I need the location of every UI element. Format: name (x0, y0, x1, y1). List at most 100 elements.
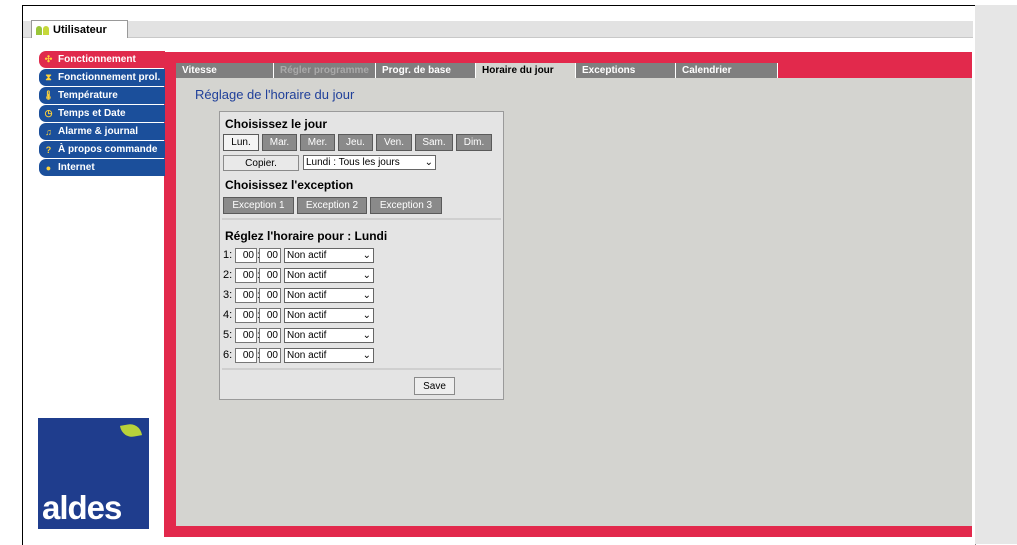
row-label: 4: (223, 309, 233, 321)
chevron-down-icon: ⌄ (362, 349, 371, 361)
leaf-icon (120, 422, 142, 439)
right-gutter (975, 5, 1017, 544)
mode-value: Non actif (287, 349, 327, 361)
sidebar-item-label: Température (58, 90, 118, 101)
sidebar-item-label: Internet (58, 162, 95, 173)
day-button-ven[interactable]: Ven. (376, 134, 412, 151)
chevron-down-icon: ⌄ (362, 309, 371, 321)
minute-field[interactable]: 00 (259, 247, 281, 263)
divider (222, 368, 501, 370)
mode-select[interactable]: Non actif ⌄ (284, 327, 374, 343)
sidebar-item-label: Fonctionnement prol. (58, 72, 161, 83)
hour-field[interactable]: 00 (235, 247, 257, 263)
sidebar-item-fonctionnement-prol[interactable]: ⧗ Fonctionnement prol. (39, 69, 165, 86)
tab-vitesse[interactable]: Vitesse (176, 63, 274, 78)
schedule-row: 4: 00 : 00 Non actif ⌄ (223, 307, 374, 323)
sidebar-item-temperature[interactable]: 🌡 Température (39, 87, 165, 104)
mode-value: Non actif (287, 309, 327, 321)
logo-text: aldes (42, 489, 122, 526)
row-label: 5: (223, 329, 233, 341)
fan-icon: ✣ (44, 54, 53, 64)
user-tab[interactable]: Utilisateur (31, 20, 128, 38)
sidebar: ✣ Fonctionnement ⧗ Fonctionnement prol. … (39, 51, 165, 177)
user-tab-label: Utilisateur (53, 23, 107, 36)
day-button-dim[interactable]: Dim. (456, 134, 492, 151)
hourglass-icon: ⧗ (45, 72, 52, 82)
mode-value: Non actif (287, 269, 327, 281)
mode-value: Non actif (287, 289, 327, 301)
exception-1-button[interactable]: Exception 1 (223, 197, 294, 214)
mode-select[interactable]: Non actif ⌄ (284, 347, 374, 363)
day-button-mar[interactable]: Mar. (262, 134, 297, 151)
tab-horaire-du-jour[interactable]: Horaire du jour (476, 63, 576, 78)
day-button-sam[interactable]: Sam. (415, 134, 453, 151)
page-title: Réglage de l'horaire du jour (195, 87, 355, 102)
minute-field[interactable]: 00 (259, 267, 281, 283)
minute-field[interactable]: 00 (259, 287, 281, 303)
chevron-down-icon: ⌄ (424, 157, 433, 168)
users-icon (36, 24, 50, 35)
hour-field[interactable]: 00 (235, 347, 257, 363)
sidebar-item-label: Alarme & journal (58, 126, 139, 137)
save-button[interactable]: Save (414, 377, 455, 395)
chevron-down-icon: ⌄ (362, 329, 371, 341)
copy-target-value: Lundi : Tous les jours (306, 157, 400, 168)
row-label: 6: (223, 349, 233, 361)
day-button-jeu[interactable]: Jeu. (338, 134, 373, 151)
mode-select[interactable]: Non actif ⌄ (284, 287, 374, 303)
tab-exceptions[interactable]: Exceptions (576, 63, 676, 78)
mode-value: Non actif (287, 329, 327, 341)
hour-field[interactable]: 00 (235, 287, 257, 303)
day-button-lun[interactable]: Lun. (223, 134, 259, 151)
mode-select[interactable]: Non actif ⌄ (284, 247, 374, 263)
minute-field[interactable]: 00 (259, 327, 281, 343)
exception-buttons: Exception 1 Exception 2 Exception 3 (223, 197, 442, 214)
choose-exception-title: Choisissez l'exception (225, 178, 354, 192)
mode-value: Non actif (287, 249, 327, 261)
tab-bar: Vitesse Régler programme Progr. de base … (176, 63, 778, 78)
clock-icon: ◷ (44, 108, 53, 118)
copy-button[interactable]: Copier. (223, 155, 299, 171)
schedule-box: Choisissez le jour Lun. Mar. Mer. Jeu. V… (219, 111, 504, 400)
chevron-down-icon: ⌄ (362, 289, 371, 301)
tab-progr-de-base[interactable]: Progr. de base (376, 63, 476, 78)
sidebar-item-fonctionnement[interactable]: ✣ Fonctionnement (39, 51, 165, 68)
sidebar-item-internet[interactable]: ● Internet (39, 159, 165, 176)
row-label: 1: (223, 249, 233, 261)
top-tab-bar (23, 21, 973, 38)
schedule-row: 3: 00 : 00 Non actif ⌄ (223, 287, 374, 303)
thermometer-icon: 🌡 (42, 90, 55, 100)
exception-2-button[interactable]: Exception 2 (297, 197, 367, 214)
chevron-down-icon: ⌄ (362, 249, 371, 261)
sidebar-item-label: À propos commande (58, 144, 158, 155)
exception-3-button[interactable]: Exception 3 (370, 197, 442, 214)
tab-regler-programme[interactable]: Régler programme (274, 63, 376, 78)
schedule-row: 5: 00 : 00 Non actif ⌄ (223, 327, 374, 343)
copy-target-select[interactable]: Lundi : Tous les jours ⌄ (303, 155, 436, 170)
question-icon: ? (45, 144, 52, 155)
sidebar-item-a-propos[interactable]: ? À propos commande (39, 141, 165, 158)
row-label: 2: (223, 269, 233, 281)
divider (222, 218, 501, 220)
schedule-row: 1: 00 : 00 Non actif ⌄ (223, 247, 374, 263)
tab-calendrier[interactable]: Calendrier (676, 63, 778, 78)
mode-select[interactable]: Non actif ⌄ (284, 307, 374, 323)
bell-icon: ♫ (45, 126, 52, 137)
hour-field[interactable]: 00 (235, 267, 257, 283)
day-button-mer[interactable]: Mer. (300, 134, 335, 151)
sidebar-item-temps-date[interactable]: ◷ Temps et Date (39, 105, 165, 122)
schedule-title: Réglez l'horaire pour : Lundi (225, 229, 388, 243)
sidebar-item-label: Fonctionnement (58, 54, 136, 65)
hour-field[interactable]: 00 (235, 307, 257, 323)
minute-field[interactable]: 00 (259, 347, 281, 363)
minute-field[interactable]: 00 (259, 307, 281, 323)
sidebar-item-label: Temps et Date (58, 108, 126, 119)
aldes-logo: aldes (38, 418, 149, 529)
schedule-row: 6: 00 : 00 Non actif ⌄ (223, 347, 374, 363)
schedule-row: 2: 00 : 00 Non actif ⌄ (223, 267, 374, 283)
hour-field[interactable]: 00 (235, 327, 257, 343)
choose-day-title: Choisissez le jour (225, 117, 328, 131)
sidebar-item-alarme[interactable]: ♫ Alarme & journal (39, 123, 165, 140)
globe-icon: ● (45, 162, 52, 173)
mode-select[interactable]: Non actif ⌄ (284, 267, 374, 283)
